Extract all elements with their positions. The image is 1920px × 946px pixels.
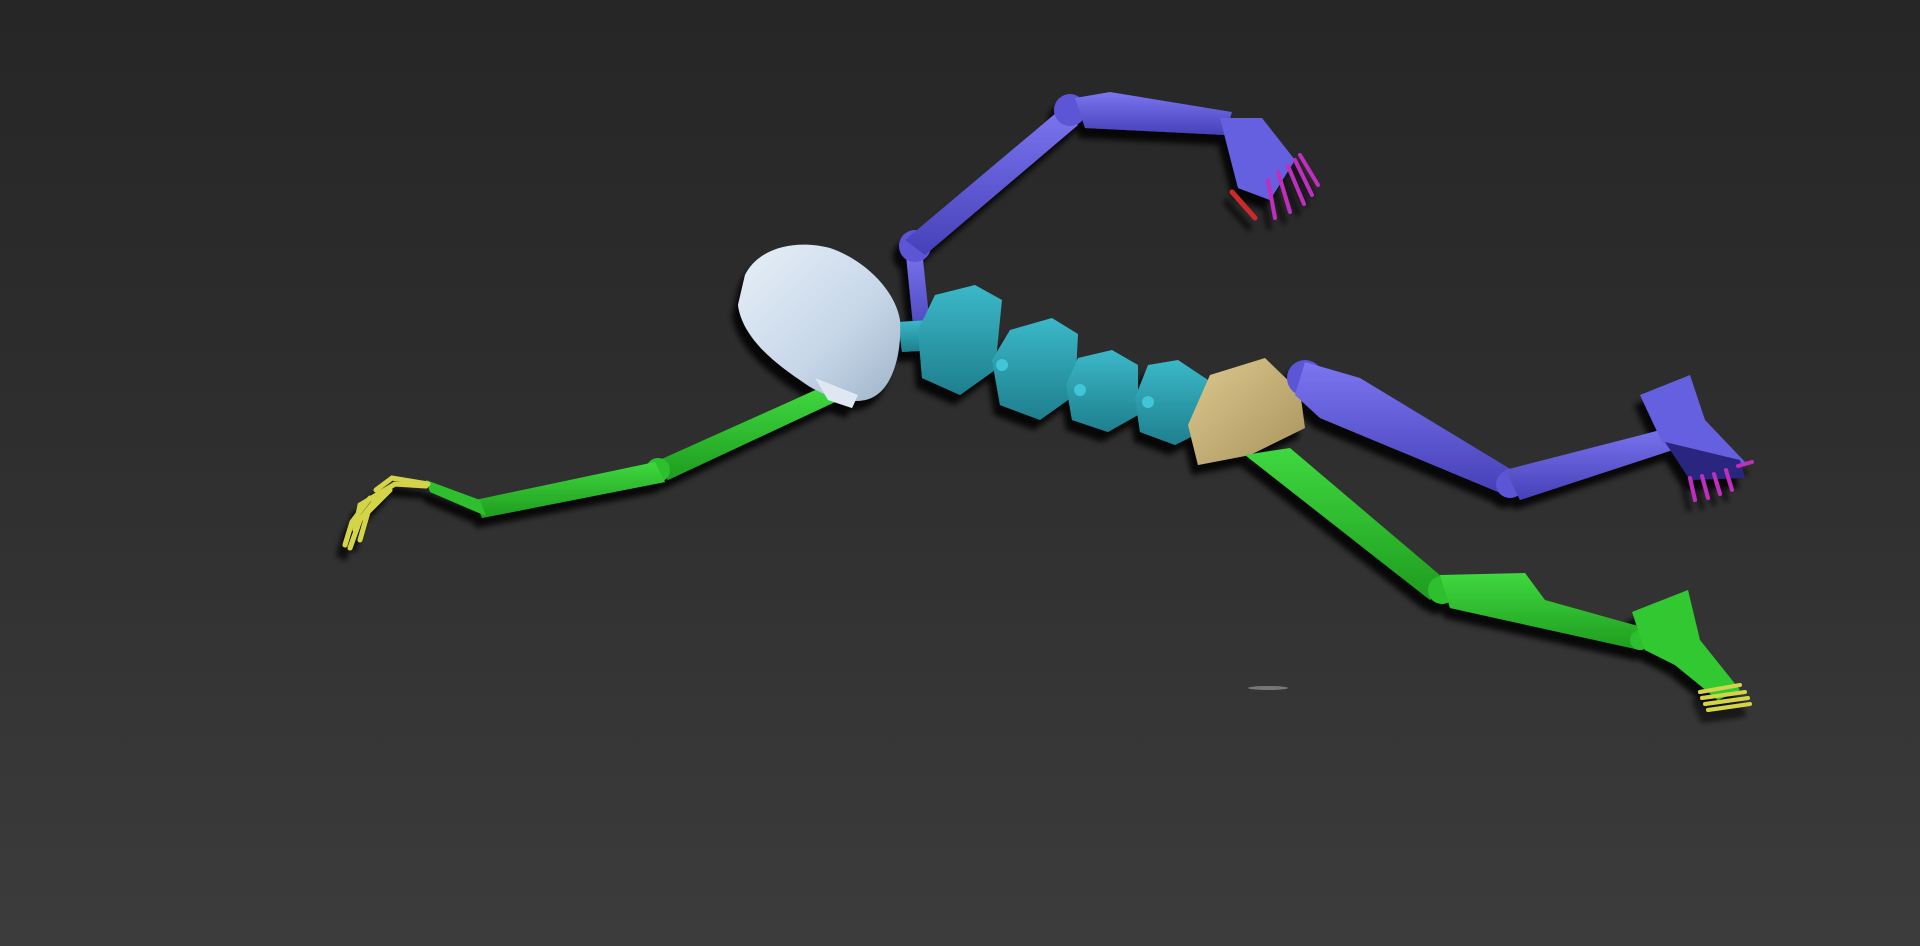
ground-marker: [1248, 686, 1288, 690]
left-forearm: [475, 462, 665, 518]
right-thumb: [1229, 189, 1258, 221]
skeleton-scene[interactable]: [0, 0, 1920, 946]
left-foot: [1632, 590, 1740, 700]
left-upper-arm: [655, 388, 835, 480]
right-leg[interactable]: [1287, 360, 1754, 502]
spine[interactable]: [898, 285, 1218, 445]
skull: [738, 244, 901, 401]
left-thigh: [1245, 448, 1448, 600]
left-hand: [426, 480, 486, 516]
head[interactable]: [738, 244, 901, 408]
left-arm[interactable]: [342, 388, 835, 551]
left-shin: [1440, 573, 1645, 650]
perspective-viewport[interactable]: [0, 0, 1920, 946]
left-fingers: [342, 475, 431, 551]
right-upper-arm: [905, 108, 1078, 255]
spine-segment-1: [918, 285, 1002, 395]
right-forearm: [1075, 92, 1232, 135]
right-thigh: [1295, 362, 1512, 492]
left-toes: [1698, 683, 1752, 712]
